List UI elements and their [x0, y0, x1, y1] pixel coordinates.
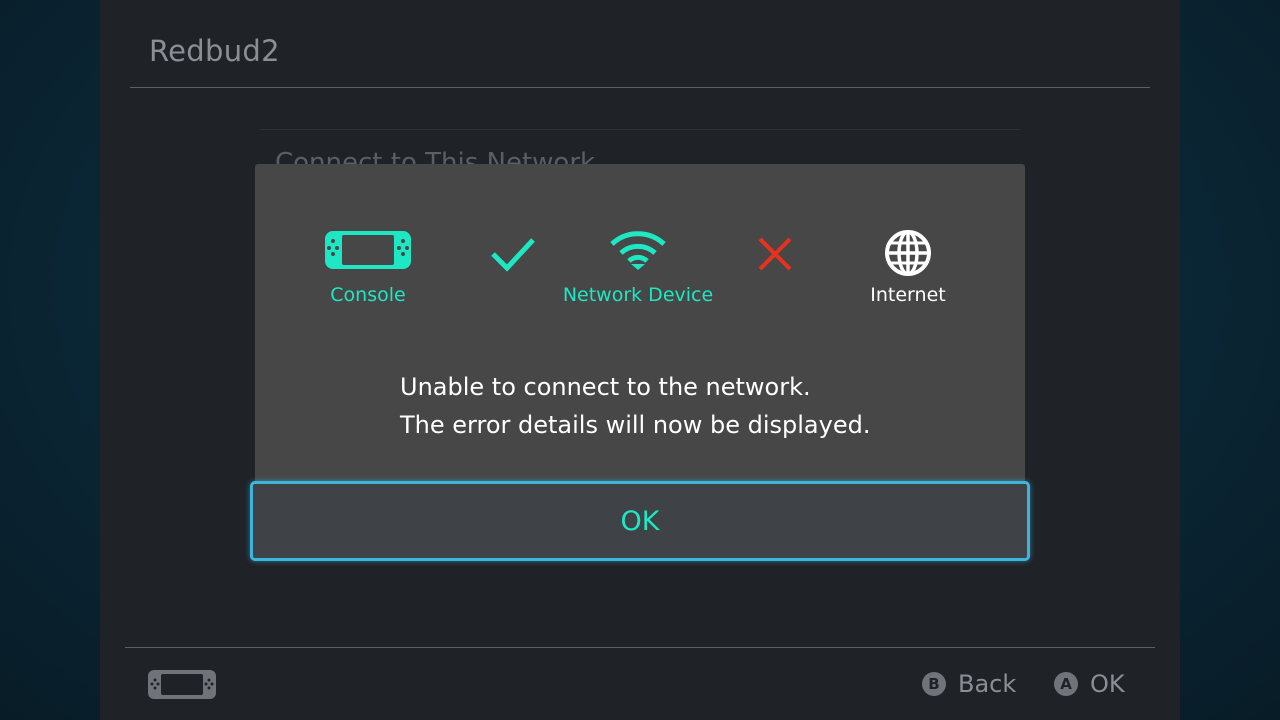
footer-divider	[125, 647, 1155, 648]
network-device-label: Network Device	[562, 284, 714, 306]
error-message-line-2: The error details will now be displayed.	[400, 411, 871, 439]
internet-status: Internet	[808, 230, 1008, 306]
x-icon	[758, 237, 792, 271]
console-status: Console	[268, 230, 468, 306]
title-divider	[130, 87, 1150, 88]
console-icon	[325, 231, 411, 269]
error-dialog: Console Network Device Internet Unable t…	[255, 164, 1025, 484]
network-device-status: Network Device	[538, 230, 738, 306]
ok-button[interactable]: OK	[250, 481, 1030, 561]
back-button[interactable]: B Back	[922, 668, 1016, 700]
back-label: Back	[958, 670, 1017, 698]
a-button-icon: A	[1054, 672, 1078, 696]
console-label: Console	[330, 284, 406, 306]
wifi-icon	[610, 231, 666, 270]
check-icon	[491, 238, 535, 272]
ok-footer-button[interactable]: A OK	[1054, 668, 1125, 700]
console-status-icon	[148, 670, 216, 699]
menu-divider	[260, 129, 1020, 130]
b-button-icon: B	[922, 672, 946, 696]
error-message: Unable to connect to the network. The er…	[400, 368, 870, 444]
globe-icon	[885, 230, 931, 276]
internet-label: Internet	[870, 284, 946, 306]
page-title: Redbud2	[149, 34, 280, 68]
ok-footer-label: OK	[1090, 670, 1125, 698]
error-message-line-1: Unable to connect to the network.	[400, 373, 811, 401]
